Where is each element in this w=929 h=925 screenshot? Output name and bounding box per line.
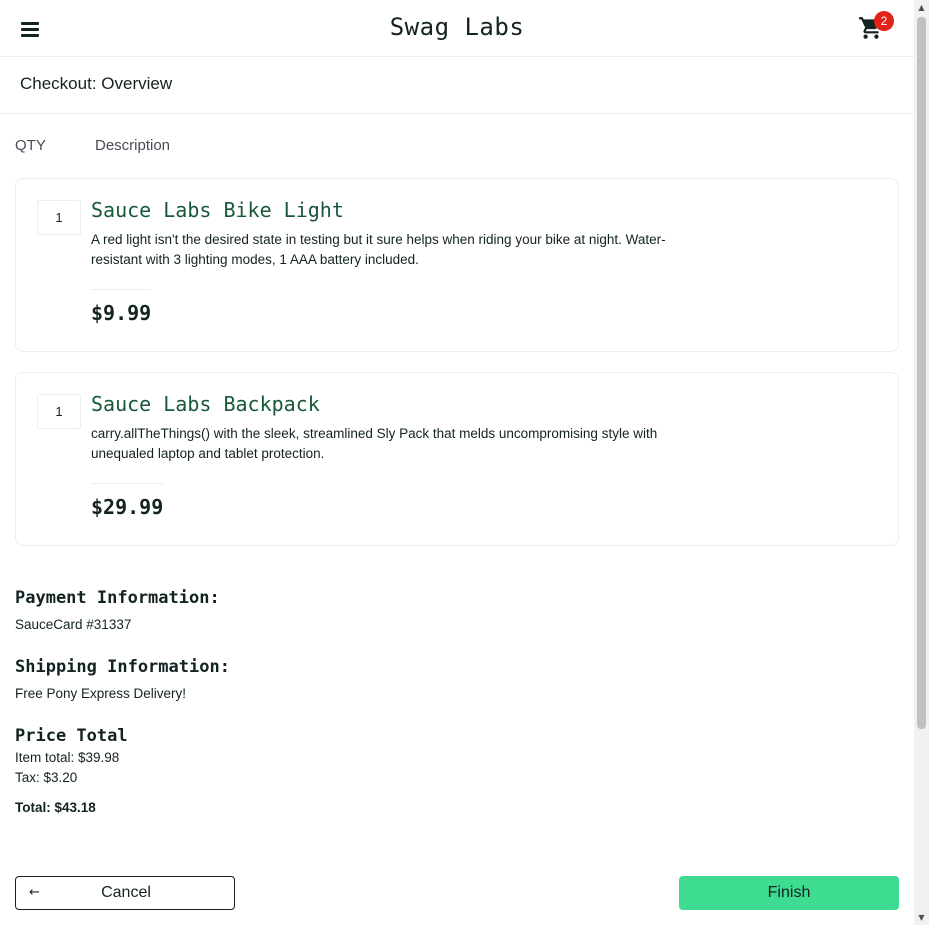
item-name-link[interactable]: Sauce Labs Backpack bbox=[91, 392, 320, 416]
item-description: carry.allTheThings() with the sleek, str… bbox=[91, 426, 658, 461]
shipping-info-value: Free Pony Express Delivery! bbox=[15, 686, 187, 701]
primary-header: Swag Labs 2 bbox=[0, 0, 914, 57]
cart-badge: 2 bbox=[874, 11, 894, 31]
cancel-button-label: Cancel bbox=[101, 884, 151, 901]
item-quantity: 1 bbox=[37, 200, 81, 235]
item-price: $29.99 bbox=[91, 495, 164, 519]
payment-info-value: SauceCard #31337 bbox=[15, 617, 132, 632]
finish-button-label: Finish bbox=[767, 884, 811, 901]
app-logo: Swag Labs bbox=[389, 13, 525, 41]
payment-info-label: Payment Information: bbox=[15, 588, 220, 608]
cancel-button[interactable]: ← Cancel bbox=[15, 876, 235, 910]
item-price: $9.99 bbox=[91, 301, 152, 325]
cart-item: 1 Sauce Labs Backpack carry.allTheThings… bbox=[15, 372, 899, 546]
item-divider bbox=[91, 483, 163, 484]
scroll-down-arrow-icon[interactable]: ▼ bbox=[914, 910, 929, 925]
tax-value: Tax: $3.20 bbox=[15, 770, 78, 785]
cart-item: 1 Sauce Labs Bike Light A red light isn'… bbox=[15, 178, 899, 352]
shipping-info-label: Shipping Information: bbox=[15, 657, 230, 677]
description-column-label: Description bbox=[95, 137, 171, 154]
scroll-up-arrow-icon[interactable]: ▲ bbox=[914, 0, 929, 15]
item-name-link[interactable]: Sauce Labs Bike Light bbox=[91, 198, 344, 222]
item-quantity: 1 bbox=[37, 394, 81, 429]
total-value: Total: $43.18 bbox=[15, 800, 96, 815]
item-description: A red light isn't the desired state in t… bbox=[91, 232, 666, 267]
qty-column-label: QTY bbox=[15, 137, 46, 154]
item-divider bbox=[91, 289, 151, 290]
scrollbar-thumb[interactable] bbox=[917, 17, 926, 729]
checkout-overview-page: Swag Labs 2 Checkout: Overview QTY Descr… bbox=[0, 0, 914, 925]
price-total-label: Price Total bbox=[15, 726, 128, 746]
secondary-header: Checkout: Overview bbox=[0, 57, 914, 114]
page-title: Checkout: Overview bbox=[20, 74, 173, 93]
item-total: Item total: $39.98 bbox=[15, 750, 120, 765]
finish-button[interactable]: Finish bbox=[679, 876, 899, 910]
vertical-scrollbar[interactable]: ▲ ▼ bbox=[914, 0, 929, 925]
